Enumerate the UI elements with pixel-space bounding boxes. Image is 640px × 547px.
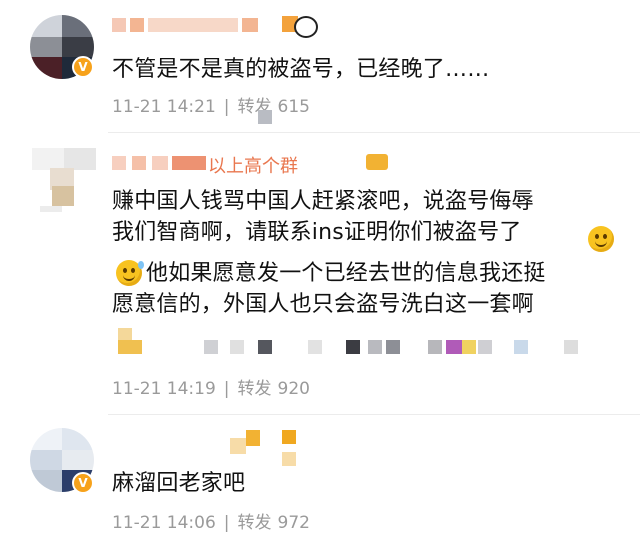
mosaic-strip	[112, 322, 612, 362]
divider	[108, 414, 640, 415]
repost-count: 920	[277, 379, 310, 399]
comment-meta: 11-21 14:21 | 转发 615	[112, 92, 326, 117]
repost-link[interactable]: 转发 920	[238, 379, 318, 399]
repost-label: 转发	[237, 513, 272, 533]
repost-count: 615	[277, 97, 310, 117]
avatar[interactable]	[32, 148, 96, 212]
username-mosaic[interactable]	[112, 16, 312, 38]
comment-text: 不管是不是真的被盗号，已经晚了……	[112, 57, 490, 82]
comment-2: 以上高个群 赚中国人钱骂中国人赶紧滚吧，说盗号侮辱 我们智商啊，请联系ins证明…	[0, 134, 640, 414]
separator: |	[223, 97, 230, 117]
timestamp: 11-21 14:21	[112, 97, 216, 117]
mosaic	[258, 110, 272, 124]
smile-emoji-icon	[588, 226, 614, 252]
comment-text-continued: 他如果愿意发一个已经去世的信息我还挺 愿意信的，外国人也只会盗号洗白这一套啊	[112, 261, 546, 317]
comment-1: V 不管是不是真的被盗号，已经晚了…… 11-21 14:21 | 转发 615	[0, 0, 640, 130]
separator: |	[223, 513, 230, 533]
repost-count: 972	[277, 513, 310, 533]
timestamp: 11-21 14:19	[112, 379, 216, 399]
repost-label: 转发	[237, 379, 272, 399]
divider	[108, 132, 640, 133]
username-mosaic[interactable]	[112, 430, 312, 466]
verified-badge-icon: V	[72, 472, 94, 494]
verified-badge-icon: V	[72, 56, 94, 78]
timestamp: 11-21 14:06	[112, 513, 216, 533]
comment-meta: 11-21 14:06 | 转发 972	[112, 508, 326, 533]
repost-link[interactable]: 转发 972	[238, 513, 318, 533]
comment-3: V 麻溜回老家吧 11-21 14:06 | 转发 972	[0, 416, 640, 547]
crown-icon	[366, 154, 388, 170]
username-text: 以上高个群	[208, 156, 298, 177]
panda-icon	[294, 16, 318, 38]
repost-link[interactable]: 转发 615	[238, 97, 318, 117]
comment-meta: 11-21 14:19 | 转发 920	[112, 374, 326, 399]
comment-text: 赚中国人钱骂中国人赶紧滚吧，说盗号侮辱 我们智商啊，请联系ins证明你们被盗号了	[112, 189, 534, 245]
comment-text: 麻溜回老家吧	[112, 471, 246, 496]
separator: |	[223, 379, 230, 399]
